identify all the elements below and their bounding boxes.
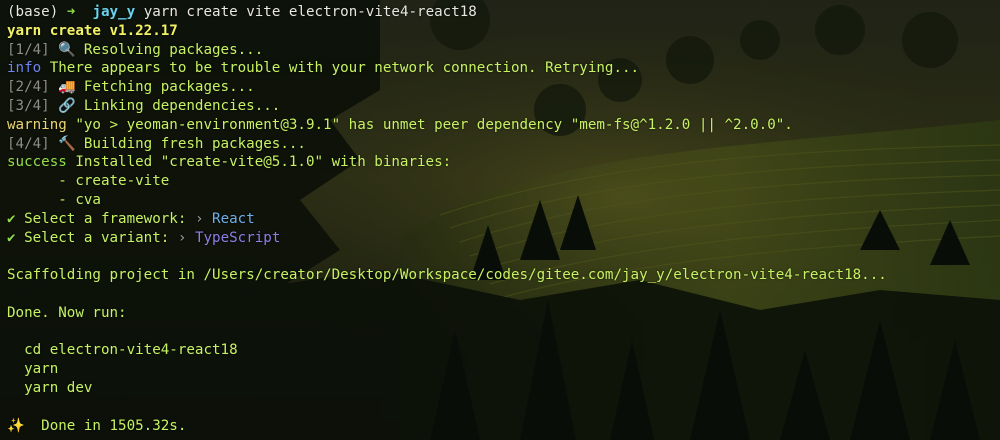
chevron-right-icon: › (177, 229, 187, 246)
prompt-arrow-icon: ➜ (66, 4, 76, 20)
checkmark-icon: ✔ (7, 210, 16, 227)
hammer-icon: 🔨 (58, 135, 76, 152)
conda-env: (base) (7, 4, 59, 20)
scaffolding-line: Scaffolding project in /Users/creator/De… (7, 267, 887, 284)
command-text: yarn create vite electron-vite4-react18 (143, 4, 477, 20)
prompt-line: (base) ➜ jay_y yarn create vite electron… (7, 3, 1000, 22)
step-line-1: [1/4] 🔍 Resolving packages... (7, 41, 264, 58)
binary-item-create-vite: - create-vite (58, 173, 170, 190)
info-line: info There appears to be trouble with yo… (7, 60, 640, 77)
warning-tag: warning (7, 116, 67, 133)
truck-icon: 🚚 (58, 79, 76, 96)
final-done-line: ✨ Done in 1505.32s. (7, 417, 187, 434)
success-line: success Installed "create-vite@5.1.0" wi… (7, 154, 452, 171)
magnifier-icon: 🔍 (58, 41, 76, 58)
select-framework-line: ✔ Select a framework: › React (7, 210, 255, 227)
framework-value: React (212, 210, 255, 227)
terminal-output[interactable]: (base) ➜ jay_y yarn create vite electron… (7, 3, 1000, 435)
warning-line: warning "yo > yeoman-environment@3.9.1" … (7, 116, 793, 133)
yarn-header: yarn create v1.22.17 (7, 22, 178, 39)
checkmark-icon: ✔ (7, 229, 16, 246)
binary-item-cva: - cva (58, 191, 101, 208)
select-variant-line: ✔ Select a variant: › TypeScript (7, 229, 281, 246)
variant-value: TypeScript (194, 229, 281, 246)
link-icon: 🔗 (58, 97, 76, 114)
done-now-run-line: Done. Now run: (7, 304, 127, 321)
prompt-user: jay_y (92, 4, 136, 20)
step-line-3: [3/4] 🔗 Linking dependencies... (7, 97, 281, 114)
chevron-right-icon: › (194, 210, 204, 227)
step-line-2: [2/4] 🚚 Fetching packages... (7, 79, 255, 96)
run-command-yarn: yarn (24, 361, 59, 378)
info-tag: info (7, 60, 42, 77)
run-command-yarn-dev: yarn dev (24, 379, 93, 396)
success-tag: success (7, 154, 67, 171)
step-line-4: [4/4] 🔨 Building fresh packages... (7, 135, 306, 152)
sparkles-icon: ✨ (7, 417, 25, 434)
run-command-cd: cd electron-vite4-react18 (24, 342, 238, 359)
